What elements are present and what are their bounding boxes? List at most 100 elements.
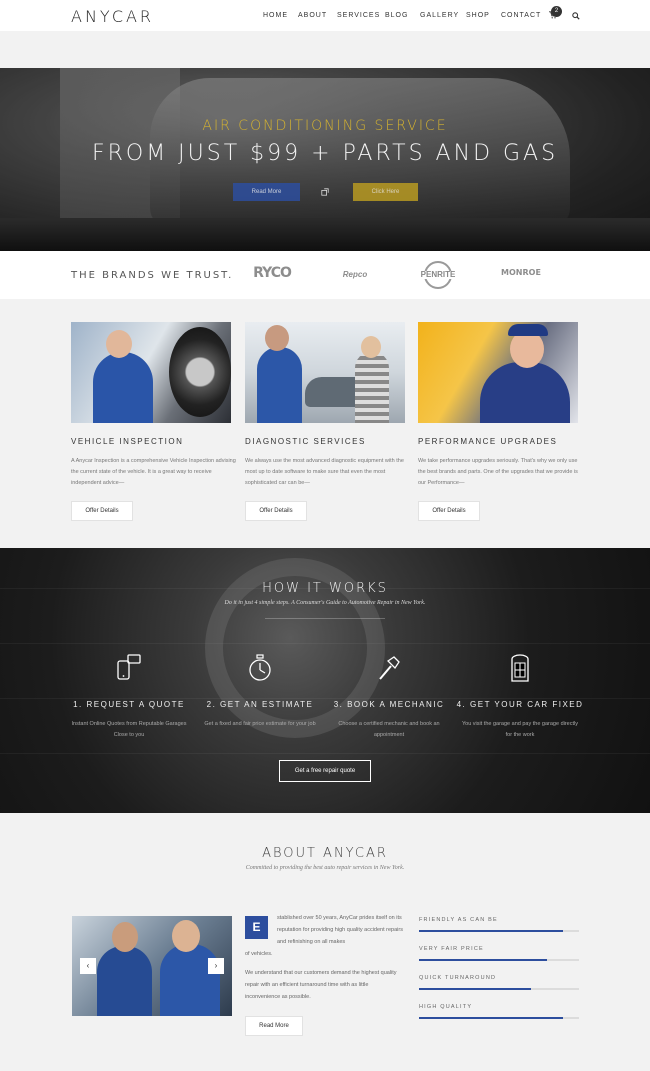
mechanic-head: [265, 325, 289, 351]
nav-services[interactable]: SERVICES: [337, 12, 380, 19]
free-repair-quote-button[interactable]: Get a free repair quote: [279, 760, 371, 782]
how-title: HOW IT WORKS: [262, 581, 388, 596]
about-title: ABOUT ANYCAR: [262, 846, 388, 861]
mechanic-figure: [93, 352, 153, 423]
service-card-vehicle-inspection: VEHICLE INSPECTION A Anycar Inspection i…: [71, 322, 236, 521]
phone-chat-icon: [117, 654, 141, 680]
step-text: Get a fixed and fair price estimate for …: [204, 721, 316, 727]
service-title: VEHICLE INSPECTION: [71, 437, 184, 446]
skill-track: [419, 988, 579, 990]
search-icon[interactable]: [572, 12, 580, 20]
step-text: Instant Online Quotes from Reputable Gar…: [71, 721, 187, 738]
mechanic-figure: [160, 944, 220, 1016]
link-icon: [321, 188, 329, 196]
hero-read-more-button[interactable]: Read More: [233, 183, 300, 201]
slider-next-button[interactable]: ›: [208, 958, 224, 974]
skill-fill: [419, 1017, 563, 1019]
brand-logo-monroe: MONROE: [496, 268, 546, 288]
brand-name: RYCO: [253, 265, 292, 281]
skill-bar: HIGH QUALITY: [419, 1004, 579, 1019]
skill-track: [419, 1017, 579, 1019]
skill-track: [419, 959, 579, 961]
skill-track: [419, 930, 579, 932]
skill-bar: FRIENDLY AS CAN BE: [419, 917, 579, 932]
mechanic-figure: [257, 347, 302, 423]
skill-bar: VERY FAIR PRICE: [419, 946, 579, 961]
hammer-icon: [379, 656, 400, 680]
offer-details-button[interactable]: Offer Details: [245, 501, 307, 521]
how-subtitle: Do it in just 4 simple steps. A Consumer…: [224, 600, 426, 606]
offer-details-button[interactable]: Offer Details: [71, 501, 133, 521]
wood-plank: [0, 753, 650, 754]
about-subtitle: Committed to providing the best auto rep…: [245, 865, 405, 871]
brands-bar: THE BRANDS WE TRUST. RYCO Repco PENRITE …: [0, 251, 650, 299]
brand-name: Repco: [342, 270, 368, 279]
wheel-image: [169, 327, 231, 417]
hero-banner: AIR CONDITIONING SERVICE FROM JUST $99 +…: [0, 68, 650, 251]
service-card-diagnostic-services: DIAGNOSTIC SERVICES We always use the mo…: [245, 322, 405, 521]
about-image-slider[interactable]: ‹ ›: [72, 916, 232, 1016]
hero-subtitle: AIR CONDITIONING SERVICE: [202, 118, 448, 134]
skill-label: HIGH QUALITY: [419, 1004, 473, 1010]
mechanic-head: [106, 330, 132, 358]
skill-label: QUICK TURNAROUND: [419, 975, 497, 981]
step-title: 3. BOOK A MECHANIC: [333, 700, 445, 709]
service-image-vehicle-inspection: [71, 322, 231, 423]
service-card-performance-upgrades: PERFORMANCE UPGRADES We take performance…: [418, 322, 578, 521]
mechanic-head: [112, 922, 138, 952]
skill-fill: [419, 988, 531, 990]
slider-prev-button[interactable]: ‹: [80, 958, 96, 974]
nav-gallery[interactable]: GALLERY: [420, 12, 459, 19]
mechanic-head: [172, 920, 200, 952]
hero-click-here-button[interactable]: Click Here: [353, 183, 418, 201]
skill-bar: QUICK TURNAROUND: [419, 975, 579, 990]
mechanic-figure: [480, 362, 570, 423]
skill-label: VERY FAIR PRICE: [419, 946, 484, 952]
stopwatch-icon: [249, 654, 271, 681]
phone-booth-icon: [511, 654, 529, 682]
brand-name: MONROE: [501, 268, 541, 277]
step-request-quote: 1. REQUEST A QUOTE Instant Online Quotes…: [64, 653, 194, 741]
site-header: ANYCAR HOME ABOUT SERVICES BLOG GALLERY …: [0, 0, 650, 31]
service-image-diagnostic-services: [245, 322, 405, 423]
skill-fill: [419, 959, 547, 961]
site-logo[interactable]: ANYCAR: [71, 7, 154, 26]
about-paragraph: stablished over 50 years, AnyCar prides …: [277, 915, 403, 945]
step-title: 2. GET AN ESTIMATE: [206, 700, 314, 709]
brand-logo-repco: Repco: [331, 270, 379, 290]
step-text: Choose a certified mechanic and book an …: [338, 721, 440, 738]
how-it-works-section: HOW IT WORKS Do it in just 4 simple step…: [0, 548, 650, 813]
cap-image: [508, 324, 548, 336]
nav-blog[interactable]: BLOG: [385, 12, 408, 19]
service-text: We take performance upgrades seriously. …: [418, 458, 578, 486]
divider: [265, 618, 385, 619]
about-paragraph-end: of vehicles.: [245, 951, 273, 957]
hero-title: FROM JUST $99 + PARTS AND GAS: [91, 141, 559, 166]
nav-about[interactable]: ABOUT: [298, 12, 327, 19]
brands-title: THE BRANDS WE TRUST.: [71, 270, 234, 281]
offer-details-button[interactable]: Offer Details: [418, 501, 480, 521]
brand-logo-penrite: PENRITE: [418, 260, 458, 289]
step-title: 1. REQUEST A QUOTE: [73, 700, 185, 709]
service-title: DIAGNOSTIC SERVICES: [245, 437, 366, 446]
cart-count-badge: 2: [551, 6, 562, 17]
brand-name: PENRITE: [420, 270, 456, 279]
brand-logo-ryco: RYCO: [248, 265, 296, 285]
mechanic-figure: [97, 946, 152, 1016]
step-get-car-fixed: 4. GET YOUR CAR FIXED You visit the gara…: [455, 653, 585, 741]
skill-label: FRIENDLY AS CAN BE: [419, 917, 498, 923]
about-paragraph: We understand that our customers demand …: [245, 970, 397, 1000]
dropcap-letter: E: [245, 916, 268, 939]
step-book-mechanic: 3. BOOK A MECHANIC Choose a certified me…: [324, 653, 454, 741]
service-text: We always use the most advanced diagnost…: [245, 458, 404, 486]
service-title: PERFORMANCE UPGRADES: [418, 437, 558, 446]
skill-fill: [419, 930, 563, 932]
nav-home[interactable]: HOME: [263, 12, 288, 19]
step-title: 4. GET YOUR CAR FIXED: [456, 700, 584, 709]
nav-contact[interactable]: CONTACT: [501, 12, 541, 19]
about-read-more-button[interactable]: Read More: [245, 1016, 303, 1036]
nav-shop[interactable]: SHOP: [466, 12, 490, 19]
step-get-estimate: 2. GET AN ESTIMATE Get a fixed and fair …: [195, 653, 325, 730]
customer-figure: [355, 352, 389, 423]
service-image-performance-upgrades: [418, 322, 578, 423]
